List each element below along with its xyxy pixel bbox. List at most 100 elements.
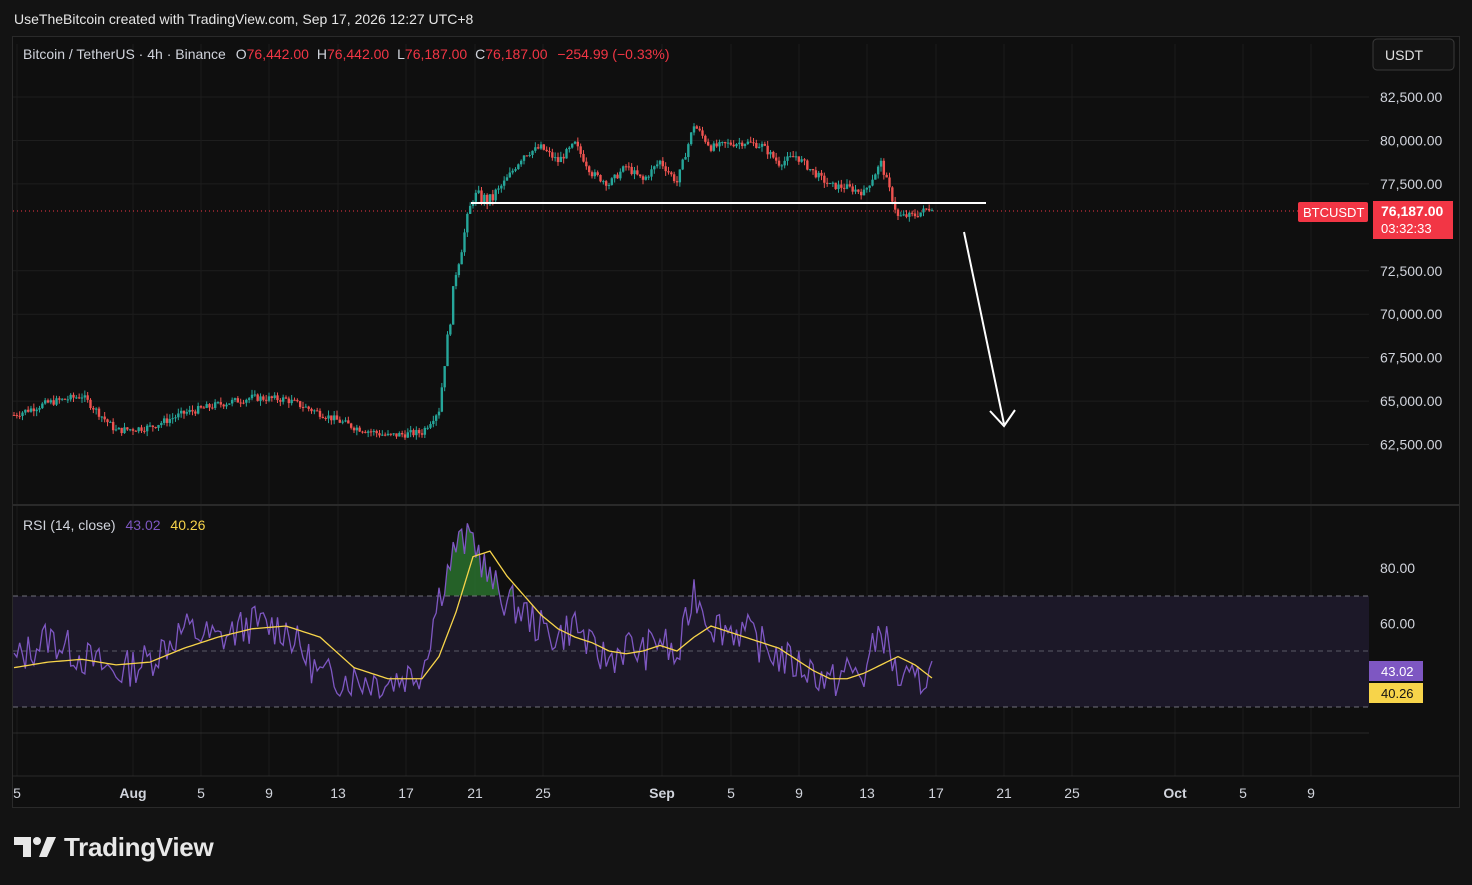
price-candle[interactable] [454, 272, 458, 290]
price-candle[interactable] [675, 176, 679, 187]
price-candle[interactable] [502, 176, 506, 190]
price-candle[interactable] [893, 196, 897, 214]
price-candle[interactable] [882, 158, 886, 180]
price-candle[interactable] [865, 187, 869, 193]
price-candle[interactable] [791, 151, 795, 158]
price-candle[interactable] [723, 141, 727, 148]
price-candle[interactable] [83, 390, 87, 403]
price-candle[interactable] [568, 146, 571, 153]
price-candle[interactable] [315, 407, 319, 412]
price-candle[interactable] [536, 143, 540, 150]
price-candle[interactable] [398, 431, 401, 437]
price-candle[interactable] [840, 179, 843, 192]
price-candles[interactable] [12, 123, 934, 440]
price-candle[interactable] [531, 150, 534, 159]
price-candle[interactable] [89, 398, 92, 410]
price-candle[interactable] [823, 172, 826, 188]
price-candle[interactable] [757, 143, 761, 149]
price-candle[interactable] [613, 174, 616, 183]
price-candle[interactable] [100, 416, 104, 422]
price-candle[interactable] [596, 170, 599, 177]
price-candle[interactable] [808, 168, 812, 172]
price-candle[interactable] [630, 163, 633, 176]
price-candle[interactable] [522, 154, 526, 165]
down-arrow-drawing[interactable] [963, 231, 1016, 428]
price-candle[interactable] [769, 149, 772, 159]
price-candle[interactable] [701, 126, 704, 139]
price-candle[interactable] [35, 407, 38, 417]
price-candle[interactable] [412, 428, 415, 438]
price-candle[interactable] [264, 395, 268, 405]
price-candle[interactable] [208, 403, 211, 411]
price-candle[interactable] [664, 162, 667, 176]
price-candle[interactable] [75, 395, 78, 399]
price-candle[interactable] [488, 194, 492, 206]
price-candle[interactable] [644, 175, 648, 181]
price-candle[interactable] [443, 366, 446, 392]
price-candle[interactable] [528, 151, 531, 158]
price-candle[interactable] [692, 123, 696, 136]
price-candle[interactable] [695, 124, 699, 129]
price-candle[interactable] [259, 393, 262, 406]
price-candle[interactable] [514, 167, 517, 173]
price-candle[interactable] [134, 429, 138, 432]
price-candle[interactable] [247, 397, 251, 404]
price-candle[interactable] [21, 411, 24, 421]
price-candle[interactable] [842, 183, 846, 193]
price-candle[interactable] [466, 212, 469, 237]
price-candle[interactable] [165, 413, 169, 427]
price-candle[interactable] [777, 156, 781, 168]
price-candle[interactable] [783, 156, 786, 169]
price-candle[interactable] [400, 430, 404, 438]
price-candle[interactable] [525, 155, 529, 157]
price-candle[interactable] [477, 185, 480, 195]
price-candle[interactable] [908, 211, 911, 222]
price-candle[interactable] [471, 200, 475, 209]
price-candle[interactable] [434, 414, 438, 426]
price-candle[interactable] [177, 408, 180, 421]
price-candle[interactable] [429, 421, 432, 430]
price-candle[interactable] [41, 402, 44, 409]
price-candle[interactable] [508, 167, 512, 178]
price-candle[interactable] [497, 185, 500, 194]
price-candle[interactable] [372, 429, 376, 436]
price-candle[interactable] [202, 405, 206, 409]
price-candle[interactable] [599, 174, 602, 183]
price-candle[interactable] [77, 393, 81, 400]
price-candle[interactable] [658, 159, 662, 169]
price-candle[interactable] [222, 403, 225, 409]
price-candle[interactable] [738, 137, 741, 150]
price-candle[interactable] [570, 143, 574, 149]
price-candle[interactable] [752, 137, 755, 147]
price-candle[interactable] [395, 433, 398, 439]
price-candle[interactable] [794, 151, 798, 161]
price-candle[interactable] [256, 393, 259, 402]
price-candle[interactable] [704, 134, 707, 144]
price-candle[interactable] [194, 409, 197, 417]
price-candle[interactable] [106, 418, 109, 427]
price-candle[interactable] [143, 426, 146, 434]
price-candle[interactable] [188, 405, 191, 415]
price-candle[interactable] [352, 426, 356, 433]
price-candle[interactable] [386, 430, 390, 437]
price-candle[interactable] [925, 208, 928, 211]
price-candle[interactable] [922, 205, 925, 217]
price-candle[interactable] [46, 398, 50, 404]
price-candle[interactable] [689, 131, 693, 146]
price-candle[interactable] [389, 433, 393, 437]
price-candle[interactable] [573, 141, 577, 145]
price-candle[interactable] [670, 171, 673, 177]
price-candle[interactable] [52, 395, 55, 406]
price-candle[interactable] [426, 425, 429, 430]
price-candle[interactable] [160, 420, 163, 428]
price-candle[interactable] [162, 415, 166, 426]
price-candle[interactable] [862, 185, 866, 196]
price-candle[interactable] [913, 209, 917, 219]
price-candle[interactable] [262, 394, 265, 402]
price-candle[interactable] [576, 137, 580, 151]
price-candle[interactable] [735, 143, 738, 148]
price-candle[interactable] [43, 397, 47, 405]
price-candle[interactable] [364, 430, 367, 434]
price-candle[interactable] [12, 412, 16, 416]
price-candle[interactable] [916, 211, 920, 218]
